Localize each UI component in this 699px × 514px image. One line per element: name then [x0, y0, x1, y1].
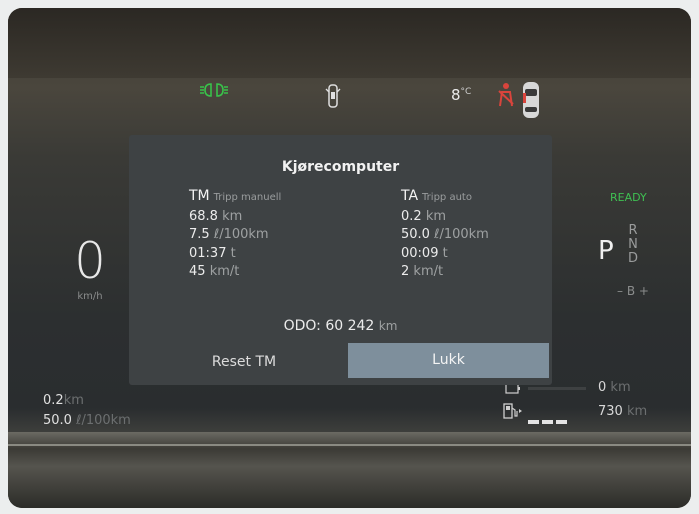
door-open-icon: [325, 84, 341, 108]
trip-manual-column: TM Tripp manuell 68.8 km 7.5 ℓ/100km 01:3…: [189, 187, 281, 282]
odometer-unit: km: [378, 319, 398, 333]
car-top-icon: [523, 82, 539, 118]
gear-selected: P: [598, 236, 614, 266]
value: 01:37: [189, 245, 227, 261]
speed-value: 0: [74, 232, 106, 290]
trip-consumption-readout: 50.0 ℓ/100km: [43, 413, 131, 428]
gear-n: N: [628, 237, 638, 252]
odometer-label: ODO:: [283, 318, 321, 334]
trip-auto-consumption: 50.0 ℓ/100km: [401, 226, 489, 245]
trip-manual-time: 01:37 t: [189, 245, 281, 264]
trip-manual-label: Tripp manuell: [213, 192, 282, 203]
gear-mode: – B +: [617, 284, 649, 298]
unit: ℓ/100km: [434, 227, 489, 242]
battery-range-value: 0: [598, 380, 607, 395]
gear-r: R: [628, 223, 638, 238]
trip-manual-code: TM: [189, 188, 210, 204]
fuel-pump-icon: [503, 403, 522, 419]
trip-auto-avg-speed: 2 km/t: [401, 263, 489, 282]
cluster-hood: [8, 8, 691, 78]
value: 2: [401, 264, 410, 279]
gear-list: R N D: [628, 224, 638, 266]
reset-tm-button[interactable]: Reset TM: [159, 345, 329, 379]
instrument-cluster: 8°C 0 km/h 0.2km 50.0 ℓ/100km READY P R …: [8, 8, 691, 508]
value: 00:09: [401, 245, 439, 261]
speed-unit: km/h: [77, 291, 103, 302]
trip-auto-label: Tripp auto: [422, 192, 472, 203]
ready-status: READY: [610, 191, 647, 204]
trip-manual-consumption: 7.5 ℓ/100km: [189, 226, 281, 245]
trip-auto-code: TA: [401, 188, 419, 204]
odometer-value: 60 242: [325, 318, 375, 334]
close-button[interactable]: Lukk: [348, 343, 549, 378]
bezel-highlight: [8, 444, 691, 446]
odometer: ODO: 60 242 km: [129, 318, 552, 334]
trip-distance-unit: km: [63, 393, 84, 408]
unit: t: [442, 245, 448, 261]
trip-consumption-value: 50.0: [43, 413, 72, 428]
trip-distance-readout: 0.2km: [43, 393, 84, 408]
unit: km/t: [209, 264, 240, 279]
value: 45: [189, 264, 206, 279]
trip-manual-avg-speed: 45 km/t: [189, 263, 281, 282]
unit: ℓ/100km: [213, 227, 269, 242]
trip-distance-value: 0.2: [43, 393, 64, 408]
trip-manual-distance: 68.8 km: [189, 208, 281, 227]
outside-temperature: 8°C: [451, 86, 471, 104]
trip-auto-distance: 0.2 km: [401, 208, 489, 227]
dialog-title: Kjørecomputer: [281, 159, 400, 175]
value: 68.8: [189, 208, 218, 224]
fuel-range-bar: [528, 409, 582, 443]
fuel-range-value: 730: [598, 404, 623, 419]
unit: km/t: [413, 264, 444, 279]
temperature-unit: °C: [460, 87, 472, 97]
trip-auto-time: 00:09 t: [401, 245, 489, 264]
unit: km: [222, 208, 243, 224]
gear-d: D: [628, 251, 639, 266]
trip-computer-dialog: Kjørecomputer TM Tripp manuell 68.8 km 7.…: [129, 135, 552, 385]
trip-consumption-unit: ℓ/100km: [76, 413, 131, 428]
seatbelt-warning-icon: [498, 83, 514, 107]
unit: km: [425, 208, 447, 224]
battery-range-unit: km: [610, 380, 631, 395]
value: 0.2: [401, 208, 422, 224]
value: 50.0: [401, 227, 430, 242]
trip-auto-header: TA Tripp auto: [401, 187, 489, 208]
trip-auto-column: TA Tripp auto 0.2 km 50.0 ℓ/100km 00:09 t…: [401, 187, 489, 282]
battery-range: 0 km: [598, 380, 631, 395]
headlight-icon: [200, 83, 228, 97]
battery-range-bar: [528, 387, 586, 390]
fuel-range-unit: km: [626, 404, 648, 419]
unit: t: [230, 245, 236, 261]
temperature-value: 8: [451, 86, 461, 104]
value: 7.5: [189, 227, 210, 242]
fuel-range: 730 km: [598, 404, 647, 419]
trip-manual-header: TM Tripp manuell: [189, 187, 281, 208]
